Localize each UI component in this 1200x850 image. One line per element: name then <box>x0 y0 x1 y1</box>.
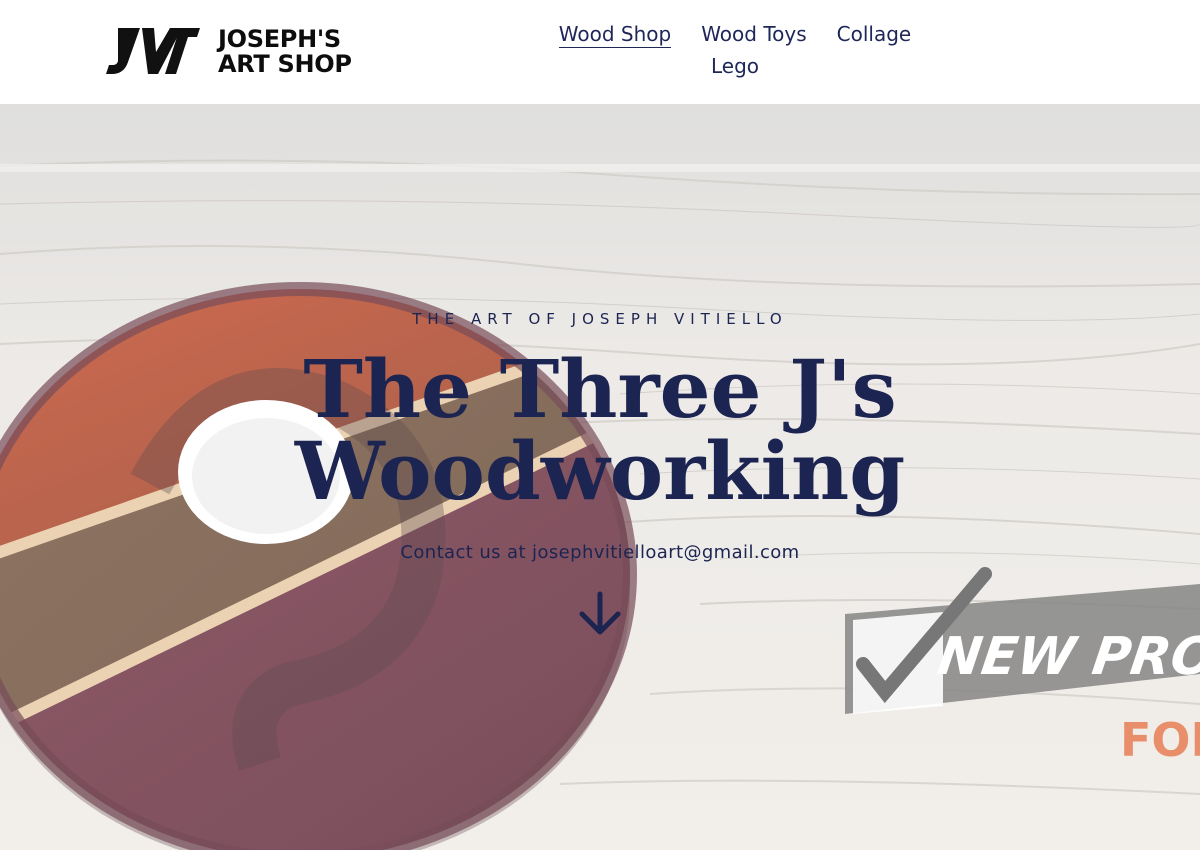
jv-monogram-icon <box>106 28 200 74</box>
hero-contact: Contact us at josephvitielloart@gmail.co… <box>400 542 800 563</box>
hero-section: NEW PRODU FOR THE ART OF JOSEPH VITIELLO… <box>0 104 1200 850</box>
site-logo[interactable]: JOSEPH'S ART SHOP <box>104 22 352 82</box>
hero-title-line-2: Woodworking <box>294 424 906 518</box>
logo-wordmark: JOSEPH'S ART SHOP <box>218 27 352 77</box>
nav-item-wood-toys[interactable]: Wood Toys <box>701 22 806 48</box>
hero-title: The Three J's Woodworking <box>0 348 1200 512</box>
site-header: JOSEPH'S ART SHOP Wood Shop Wood Toys Co… <box>0 0 1200 104</box>
hero-eyebrow: THE ART OF JOSEPH VITIELLO <box>412 310 788 328</box>
nav-item-lego[interactable]: Lego <box>711 54 759 78</box>
hero-title-line-1: The Three J's <box>303 342 897 436</box>
scroll-down-arrow-icon[interactable] <box>578 590 622 638</box>
nav-item-wood-shop[interactable]: Wood Shop <box>558 22 672 48</box>
nav-item-collage[interactable]: Collage <box>837 22 912 48</box>
logo-line-1: JOSEPH'S <box>218 25 341 53</box>
main-nav: Wood Shop Wood Toys Collage Lego <box>540 22 930 78</box>
logo-line-2: ART SHOP <box>218 50 352 78</box>
